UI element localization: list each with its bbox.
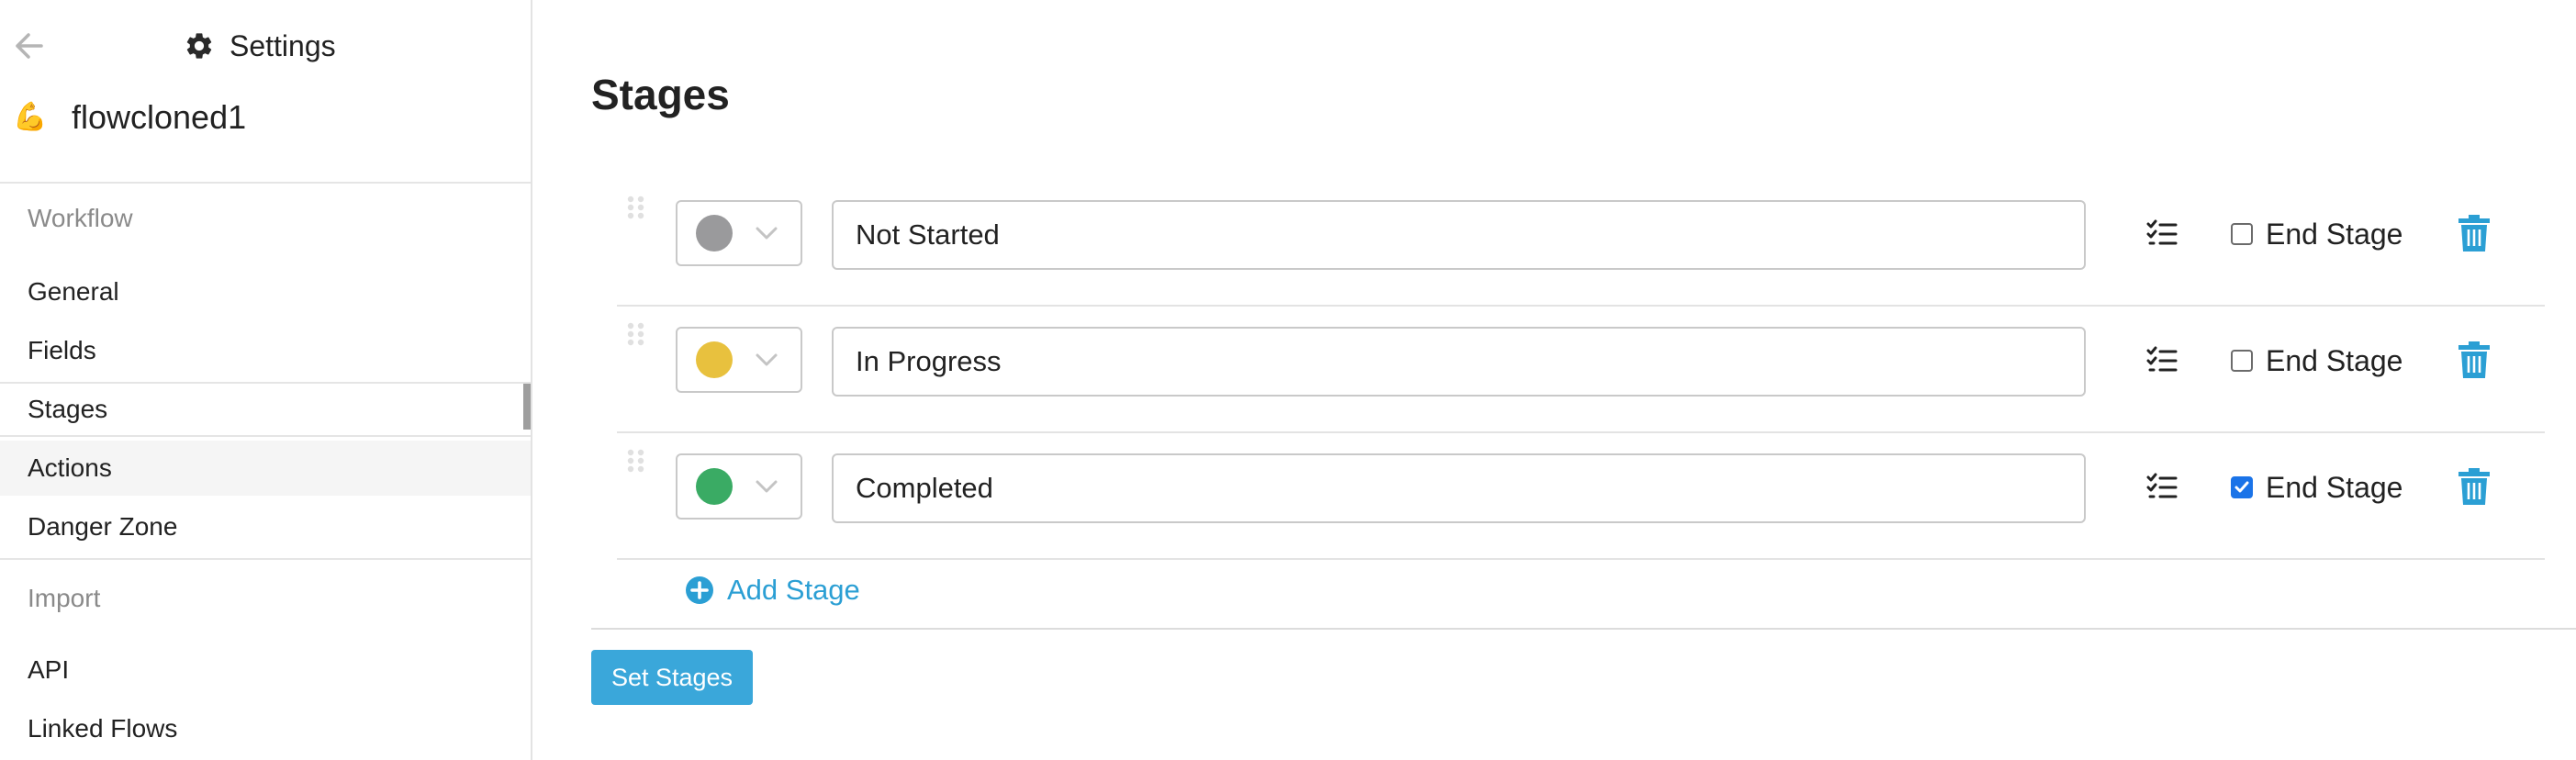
trash-icon	[2458, 468, 2490, 505]
trash-icon	[2458, 215, 2490, 251]
drag-handle[interactable]	[626, 321, 646, 347]
delete-stage-button[interactable]	[2458, 341, 2490, 378]
sidebar-item-general[interactable]: General	[0, 264, 531, 319]
stage-row: End Stage	[617, 431, 2545, 560]
end-stage-toggle[interactable]: End Stage	[2231, 466, 2402, 509]
drag-handle[interactable]	[626, 195, 646, 220]
sidebar-item-linked-flows[interactable]: Linked Flows	[0, 701, 531, 756]
active-indicator	[523, 384, 531, 430]
flow-name: flowcloned1	[72, 98, 247, 136]
stage-checklist-button[interactable]	[2146, 345, 2178, 376]
sidebar-item-label: Stages	[28, 395, 108, 423]
end-stage-checkbox[interactable]	[2231, 223, 2253, 245]
main-content: Stages Not Started End Stage In Progress…	[532, 0, 2576, 760]
add-stage-button[interactable]: Add Stage	[685, 569, 860, 611]
stage-color-select[interactable]	[676, 200, 802, 266]
flow-header: 💪 flowcloned1	[13, 95, 246, 140]
stage-checklist-button[interactable]	[2146, 218, 2178, 250]
stage-name-input[interactable]	[832, 453, 2086, 523]
gear-icon	[186, 33, 212, 59]
delete-stage-button[interactable]	[2458, 468, 2490, 505]
trash-icon	[2458, 341, 2490, 378]
drag-handle-icon	[627, 449, 644, 473]
end-stage-checkbox[interactable]	[2231, 476, 2253, 498]
add-stage-label: Add Stage	[727, 574, 860, 606]
delete-stage-button[interactable]	[2458, 215, 2490, 251]
stage-color-swatch	[696, 341, 733, 378]
sidebar-item-fields[interactable]: Fields	[0, 323, 531, 378]
checklist-icon	[2146, 346, 2178, 372]
back-button[interactable]	[13, 29, 50, 62]
drag-handle-icon	[627, 196, 644, 219]
checklist-icon	[2146, 219, 2178, 245]
settings-title: Settings	[230, 28, 336, 62]
page-title: Stages	[591, 71, 730, 118]
end-stage-toggle[interactable]: End Stage	[2231, 340, 2402, 382]
end-stage-toggle[interactable]: End Stage	[2231, 213, 2402, 255]
end-stage-label: End Stage	[2266, 343, 2403, 377]
divider	[0, 182, 531, 184]
stage-row: End Stage	[617, 305, 2545, 433]
stage-checklist-button[interactable]	[2146, 472, 2178, 503]
check-icon	[2234, 481, 2249, 493]
stage-color-select[interactable]	[676, 453, 802, 520]
end-stage-label: End Stage	[2266, 217, 2403, 251]
sidebar-item-actions[interactable]: Actions	[0, 441, 531, 496]
checklist-icon	[2146, 473, 2178, 498]
plus-circle-icon	[686, 576, 713, 604]
end-stage-label: End Stage	[2266, 470, 2403, 504]
drag-handle[interactable]	[626, 448, 646, 474]
stage-color-swatch	[696, 468, 733, 505]
stage-name-input[interactable]	[832, 327, 2086, 397]
divider	[591, 628, 2576, 630]
set-stages-button[interactable]: Set Stages	[591, 650, 753, 705]
section-label-workflow: Workflow	[28, 204, 133, 232]
settings-header: Settings	[184, 26, 336, 66]
app: Settings 💪 flowcloned1 Workflow General …	[0, 0, 2576, 760]
end-stage-checkbox[interactable]	[2231, 350, 2253, 372]
arrow-left-icon	[16, 33, 43, 59]
section-label-import: Import	[28, 584, 101, 612]
sidebar-item-api[interactable]: API	[0, 643, 531, 698]
stage-color-swatch	[696, 215, 733, 251]
divider	[0, 558, 531, 560]
chevron-down-icon	[756, 353, 778, 366]
flexed-biceps-icon: 💪	[13, 102, 48, 132]
chevron-down-icon	[756, 480, 778, 493]
drag-handle-icon	[627, 322, 644, 346]
sidebar: Settings 💪 flowcloned1 Workflow General …	[0, 0, 532, 760]
chevron-down-icon	[756, 227, 778, 240]
stage-color-select[interactable]	[676, 327, 802, 393]
stage-name-input[interactable]	[832, 200, 2086, 270]
stage-row: End Stage	[617, 178, 2545, 307]
sidebar-item-stages[interactable]: Stages	[0, 382, 531, 437]
sidebar-item-danger-zone[interactable]: Danger Zone	[0, 499, 531, 554]
